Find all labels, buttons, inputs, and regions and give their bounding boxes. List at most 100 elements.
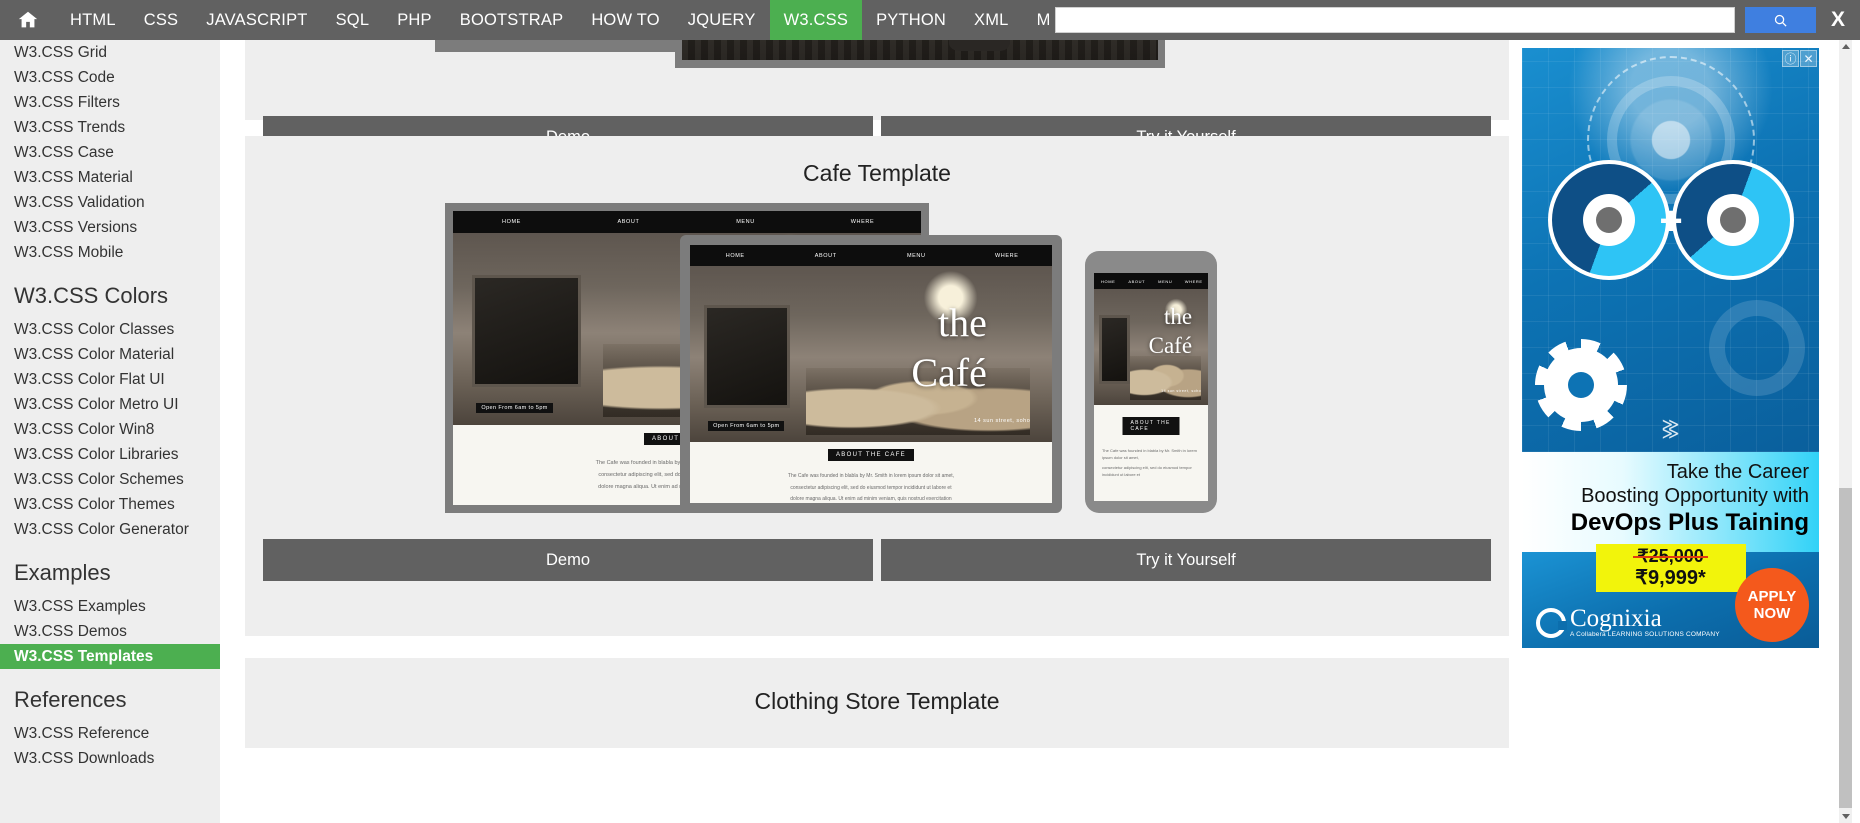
search-icon [1774, 14, 1787, 27]
nav-link-sql[interactable]: SQL [322, 0, 384, 40]
cafe-laptop-nav-where[interactable]: WHERE [962, 253, 1053, 259]
nav-link-jquery[interactable]: JQUERY [674, 0, 770, 40]
nav-link-html[interactable]: HTML [56, 0, 130, 40]
cafe-laptop-body: ABOUT THE CAFE The Cafe was founded in b… [690, 442, 1052, 503]
home-icon[interactable] [0, 0, 56, 40]
nav-link-w3css[interactable]: W3.CSS [769, 0, 863, 40]
sidebar-item-color-win8[interactable]: W3.CSS Color Win8 [0, 417, 220, 442]
top-navigation-bar: HTML CSS JAVASCRIPT SQL PHP BOOTSTRAP HO… [0, 0, 1860, 40]
sidebar-item-trends[interactable]: W3.CSS Trends [0, 115, 220, 140]
ad-brand-logo: Cognixia A Collabera LEARNING SOLUTIONS … [1536, 605, 1720, 638]
sidebar-item-code[interactable]: W3.CSS Code [0, 65, 220, 90]
search-button[interactable] [1744, 7, 1816, 33]
nav-link-javascript[interactable]: JAVASCRIPT [192, 0, 321, 40]
ad-apply-now-button[interactable]: APPLY NOW [1735, 568, 1809, 642]
sidebar-heading-colors: W3.CSS Colors [14, 283, 169, 308]
ad-headline-line-1: Take the Career [1666, 461, 1809, 483]
template-card-cafe: Cafe Template HOME ABOUT MENU WHERE the [245, 136, 1509, 636]
sidebar-item-downloads[interactable]: W3.CSS Downloads [0, 746, 220, 771]
sidebar-heading-examples: Examples [14, 560, 111, 585]
cafe-phone-nav-where[interactable]: WHERE [1180, 279, 1209, 284]
scroll-down-arrow-icon[interactable] [1839, 810, 1852, 823]
cafe-laptop-nav-menu[interactable]: MENU [871, 253, 962, 259]
sidebar-item-demos[interactable]: W3.CSS Demos [0, 619, 220, 644]
ad-close-icon[interactable]: ✕ [1800, 50, 1817, 67]
cafe-laptop-body-line-3: dolore magna aliqua. Ut enim ad minim ve… [790, 496, 952, 502]
sidebar-item-color-libraries[interactable]: W3.CSS Color Libraries [0, 442, 220, 467]
main-content: FASHION BLOG SUBSCRIBE Jane's FASHION BL… [232, 40, 1522, 823]
cafe-laptop-body-line-1: The Cafe was founded in blabla by Mr. Sm… [787, 473, 955, 479]
cafe-laptop-body-line-2: consectetur adipiscing elit, sed do eius… [790, 484, 952, 491]
sidebar-item-color-themes[interactable]: W3.CSS Color Themes [0, 492, 220, 517]
fashion-hero-image-large [682, 40, 1158, 60]
cafe-phone-nav-home[interactable]: HOME [1094, 279, 1123, 284]
ad-chevron-down-icon: ≫ ≫ [1661, 415, 1680, 443]
sidebar-item-examples[interactable]: W3.CSS Examples [0, 594, 220, 619]
cafe-mockup-stage: HOME ABOUT MENU WHERE the Café Open From… [245, 193, 1509, 523]
cafe-laptop-nav: HOME ABOUT MENU WHERE [690, 245, 1052, 266]
nav-link-php[interactable]: PHP [383, 0, 446, 40]
ad-gear-icon-left [1583, 194, 1635, 246]
sidebar-item-mobile[interactable]: W3.CSS Mobile [0, 240, 220, 265]
sidebar-scrollbar[interactable] [1839, 40, 1852, 823]
ad-brand-name: Cognixia [1570, 605, 1662, 632]
cafe-nav-about[interactable]: ABOUT [570, 219, 687, 225]
cafe-demo-button[interactable]: Demo [263, 539, 873, 581]
nav-link-css[interactable]: CSS [130, 0, 193, 40]
cafe-button-row: Demo Try it Yourself [245, 523, 1509, 603]
search-input[interactable] [1054, 7, 1735, 33]
sidebar-item-color-metro-ui[interactable]: W3.CSS Color Metro UI [0, 392, 220, 417]
ad-brand-text: Cognixia A Collabera LEARNING SOLUTIONS … [1570, 605, 1720, 638]
cafe-template-title: Cafe Template [803, 160, 951, 186]
sidebar-item-filters[interactable]: W3.CSS Filters [0, 90, 220, 115]
nav-link-more[interactable]: M [1023, 0, 1049, 40]
sidebar-item-validation[interactable]: W3.CSS Validation [0, 190, 220, 215]
close-icon[interactable]: X [1816, 0, 1860, 40]
cafe-laptop-about-badge: ABOUT THE CAFE [828, 449, 914, 461]
cafe-phone-nav-menu[interactable]: MENU [1151, 279, 1180, 284]
sidebar-item-color-flat-ui[interactable]: W3.CSS Color Flat UI [0, 367, 220, 392]
cafe-laptop-hero-line2: Café [911, 349, 987, 395]
fashion-model-figure-large [948, 40, 1011, 52]
nav-link-how-to[interactable]: HOW TO [577, 0, 673, 40]
nav-link-python[interactable]: PYTHON [862, 0, 960, 40]
sidebar-item-color-generator[interactable]: W3.CSS Color Generator [0, 517, 220, 542]
sidebar-item-grid[interactable]: W3.CSS Grid [0, 40, 220, 65]
cafe-laptop-nav-home[interactable]: HOME [690, 253, 781, 259]
sidebar-item-material[interactable]: W3.CSS Material [0, 165, 220, 190]
ad-info-icon[interactable]: ⓘ [1782, 50, 1799, 67]
scroll-up-arrow-icon[interactable] [1839, 40, 1852, 53]
cafe-nav-where[interactable]: WHERE [804, 219, 921, 225]
ad-large-gear-icon [1535, 339, 1627, 431]
ad-offer-block: ₹25,000 ₹9,999* Cognixia A Collabera LEA… [1522, 544, 1819, 648]
sidebar-item-versions[interactable]: W3.CSS Versions [0, 215, 220, 240]
cafe-phone-body-copy: The Cafe was founded in blabla by Mr. Sm… [1102, 447, 1200, 481]
ad-infinity-logo: + [1548, 160, 1794, 280]
cafe-phone-body-line-2: consectetur adipiscing elit, sed do eius… [1101, 465, 1192, 477]
scrollbar-thumb[interactable] [1839, 488, 1852, 808]
sidebar-item-templates[interactable]: W3.CSS Templates [0, 644, 220, 669]
cafe-phone-mockup: HOME ABOUT MENU WHERE the Café 14 sun st… [1085, 251, 1217, 513]
cafe-laptop-nav-about[interactable]: ABOUT [781, 253, 872, 259]
cafe-phone-hero-line1: the [1163, 303, 1193, 329]
ad-cta-line-2: NOW [1753, 605, 1791, 622]
sidebar-heading-references: References [14, 687, 127, 712]
cafe-tryit-button[interactable]: Try it Yourself [881, 539, 1491, 581]
clothing-template-title: Clothing Store Template [754, 688, 1000, 714]
ad-brand-tagline: A Collabera LEARNING SOLUTIONS COMPANY [1570, 631, 1720, 638]
cafe-nav-home[interactable]: HOME [453, 219, 570, 225]
nav-link-bootstrap[interactable]: BOOTSTRAP [446, 0, 578, 40]
sidebar-item-color-schemes[interactable]: W3.CSS Color Schemes [0, 467, 220, 492]
cafe-nav-menu[interactable]: MENU [687, 219, 804, 225]
sidebar-item-color-material[interactable]: W3.CSS Color Material [0, 342, 220, 367]
cafe-laptop-hero-photo [690, 266, 1052, 442]
sidebar-item-reference[interactable]: W3.CSS Reference [0, 721, 220, 746]
advertisement-banner[interactable]: + ≫ ≫ ⓘ ✕ Take the Career Boosting Opport… [1522, 48, 1819, 648]
ad-headline-block: Take the Career Boosting Opportunity wit… [1522, 452, 1819, 552]
nav-link-xml[interactable]: XML [960, 0, 1023, 40]
sidebar-item-case[interactable]: W3.CSS Case [0, 140, 220, 165]
cafe-laptop-hero: the Café 14 sun street, soho Open From 6… [690, 266, 1052, 442]
sidebar-item-color-classes[interactable]: W3.CSS Color Classes [0, 317, 220, 342]
cafe-phone-nav-about[interactable]: ABOUT [1123, 279, 1152, 284]
cafe-phone-screen: HOME ABOUT MENU WHERE the Café 14 sun st… [1094, 273, 1208, 501]
